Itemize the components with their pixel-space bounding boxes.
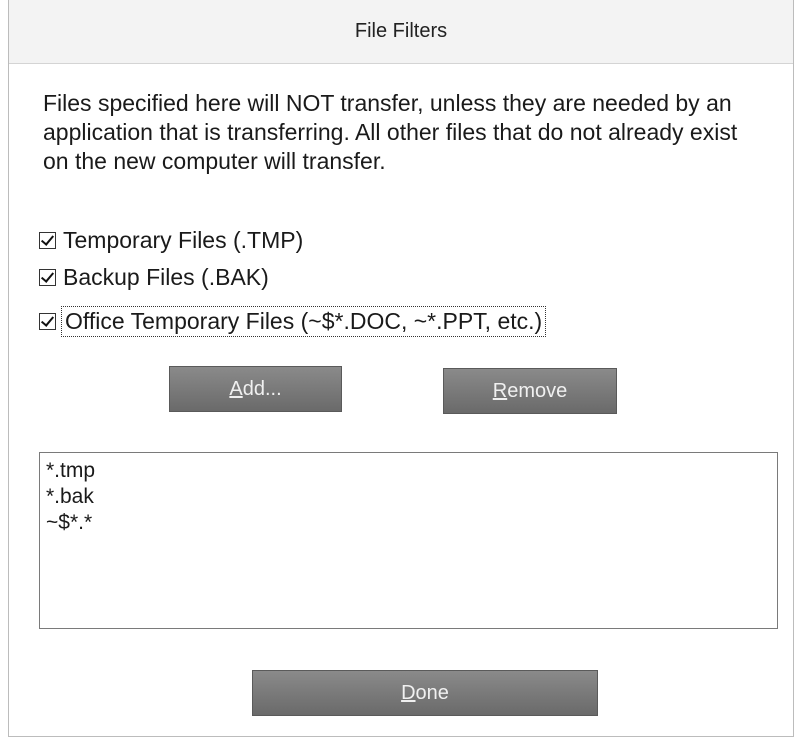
list-item[interactable]: *.bak [46, 484, 771, 510]
filter-temporary-files[interactable]: Temporary Files (.TMP) [39, 225, 303, 255]
remove-button[interactable]: Remove [443, 368, 617, 414]
add-button-mnemonic: A [229, 377, 243, 400]
title-bar: File Filters [9, 0, 793, 64]
patterns-listbox[interactable]: *.tmp *.bak ~$*.* [39, 452, 778, 629]
done-button[interactable]: Done [252, 670, 598, 716]
add-button[interactable]: Add... [169, 366, 342, 412]
filter-backup-files[interactable]: Backup Files (.BAK) [39, 262, 269, 292]
filter-office-temporary-files[interactable]: Office Temporary Files (~$*.DOC, ~*.PPT,… [39, 305, 547, 337]
remove-button-mnemonic: R [492, 379, 508, 402]
checkbox-checked-icon[interactable] [39, 268, 56, 286]
remove-button-label: emove [507, 379, 568, 402]
checkbox-checked-icon[interactable] [39, 231, 56, 249]
list-item[interactable]: ~$*.* [46, 510, 771, 536]
file-filters-dialog: File Filters Files specified here will N… [8, 0, 794, 737]
done-button-label: one [415, 681, 449, 704]
add-button-label: dd... [242, 377, 282, 400]
checkbox-checked-icon[interactable] [39, 312, 56, 330]
description-text: Files specified here will NOT transfer, … [43, 90, 738, 174]
filter-label: Office Temporary Files (~$*.DOC, ~*.PPT,… [60, 305, 547, 337]
list-item[interactable]: *.tmp [46, 458, 771, 484]
dialog-title: File Filters [354, 20, 448, 42]
filter-label: Temporary Files (.TMP) [63, 226, 304, 253]
filter-label: Backup Files (.BAK) [63, 263, 269, 290]
done-button-mnemonic: D [401, 681, 416, 704]
